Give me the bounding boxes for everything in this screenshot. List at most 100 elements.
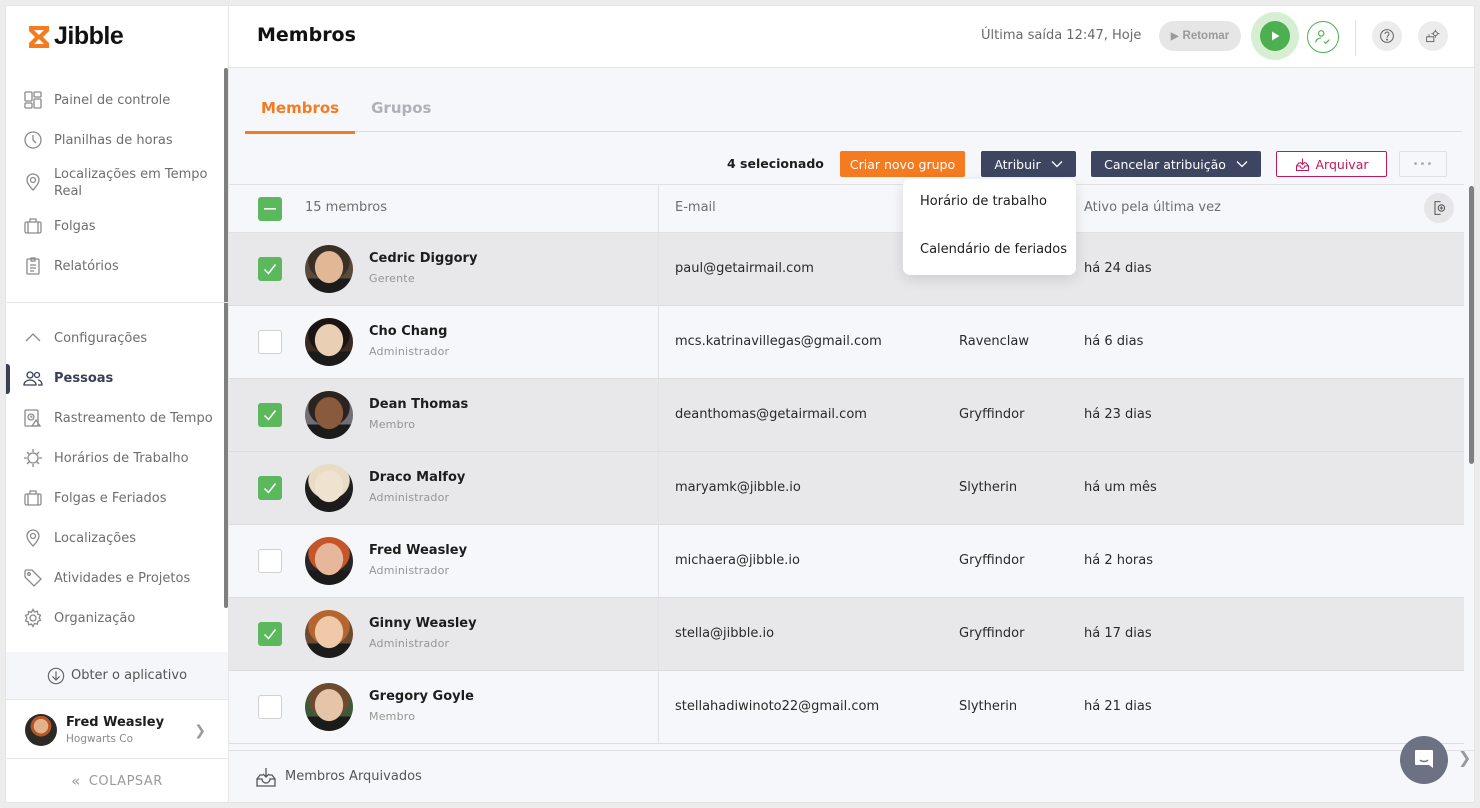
member-last-active: há 2 horas bbox=[1084, 553, 1154, 568]
member-role: Gerente bbox=[369, 272, 415, 285]
team-clock-in-button[interactable] bbox=[1307, 21, 1339, 53]
jibble-logo[interactable]: Jibble bbox=[28, 22, 124, 51]
resume-label: Retomar bbox=[1182, 30, 1230, 42]
archive-label: Arquivar bbox=[1315, 156, 1369, 172]
sidebar-item-activities-projects[interactable]: Atividades e Projetos bbox=[23, 568, 218, 588]
divider bbox=[1355, 20, 1356, 56]
clock-icon bbox=[23, 130, 43, 150]
member-group: Gryffindor bbox=[959, 626, 1025, 641]
checkmark-icon bbox=[263, 264, 277, 275]
tab-members[interactable]: Membros bbox=[245, 94, 356, 134]
sidebar-item-dashboard[interactable]: Painel de controle bbox=[23, 90, 218, 110]
row-checkbox[interactable] bbox=[258, 549, 282, 573]
tab-groups[interactable]: Grupos bbox=[355, 94, 447, 132]
chat-icon bbox=[1415, 750, 1433, 768]
sidebar-item-organization[interactable]: Organização bbox=[23, 608, 218, 628]
table-row[interactable]: Gregory Goyle Membro stellahadiwinoto22@… bbox=[229, 671, 1464, 744]
location-pin-icon bbox=[23, 528, 43, 548]
resume-button[interactable]: ▶ Retomar bbox=[1159, 21, 1241, 51]
member-email: deanthomas@getairmail.com bbox=[675, 407, 867, 422]
sidebar-item-label: Localizações bbox=[54, 530, 136, 546]
member-last-active: há 24 dias bbox=[1084, 261, 1152, 276]
sidebar-item-locations[interactable]: Localizações bbox=[23, 528, 218, 548]
row-checkbox[interactable] bbox=[258, 622, 282, 646]
table-row[interactable]: Cho Chang Administrador mcs.katrinaville… bbox=[229, 306, 1464, 379]
sidebar-item-timesheets[interactable]: Planilhas de horas bbox=[23, 130, 218, 150]
user-org: Hogwarts Co bbox=[66, 732, 134, 745]
user-profile[interactable]: Fred Weasley Hogwarts Co ❯ bbox=[6, 701, 228, 759]
archive-button[interactable]: Arquivar bbox=[1276, 151, 1387, 177]
chevron-down-icon bbox=[1051, 161, 1063, 168]
member-email: maryamk@jibble.io bbox=[675, 480, 801, 495]
menu-item-work-schedule[interactable]: Horário de trabalho bbox=[920, 194, 1047, 209]
assign-label: Atribuir bbox=[994, 156, 1041, 172]
column-settings-button[interactable] bbox=[1424, 193, 1454, 223]
help-button[interactable] bbox=[1372, 21, 1402, 51]
sidebar-item-label: Rastreamento de Tempo bbox=[54, 410, 213, 426]
avatar bbox=[305, 683, 353, 731]
sidebar-item-reports[interactable]: Relatórios bbox=[23, 256, 218, 276]
chevron-right-icon: ❯ bbox=[194, 723, 206, 739]
sidebar-item-time-off-holidays[interactable]: Folgas e Feriados bbox=[23, 488, 218, 508]
assign-dropdown-button[interactable]: Atribuir bbox=[981, 151, 1076, 177]
more-options-button[interactable]: ••• bbox=[1399, 151, 1447, 177]
selected-count: 4 selecionado bbox=[727, 156, 824, 171]
row-checkbox[interactable] bbox=[258, 403, 282, 427]
member-name[interactable]: Cho Chang bbox=[369, 324, 447, 339]
email-column-header[interactable]: E-mail bbox=[675, 200, 716, 215]
member-name[interactable]: Cedric Diggory bbox=[369, 251, 477, 266]
settings-button[interactable] bbox=[1418, 21, 1448, 51]
row-checkbox[interactable] bbox=[258, 476, 282, 500]
column-divider bbox=[658, 306, 659, 378]
last-active-column-header[interactable]: Ativo pela última vez bbox=[1084, 200, 1221, 215]
table-row[interactable]: Dean Thomas Membro deanthomas@getairmail… bbox=[229, 379, 1464, 452]
clock-in-play-button[interactable] bbox=[1251, 12, 1299, 60]
create-group-button[interactable]: Criar novo grupo bbox=[840, 151, 965, 177]
sidebar-item-time-off[interactable]: Folgas bbox=[23, 216, 218, 236]
archived-members-link[interactable]: Membros Arquivados bbox=[229, 750, 1474, 802]
chevron-up-icon bbox=[23, 328, 43, 348]
member-name[interactable]: Draco Malfoy bbox=[369, 470, 465, 485]
sidebar-item-people[interactable]: Pessoas bbox=[23, 368, 218, 388]
sidebar-item-time-tracking[interactable]: Rastreamento de Tempo bbox=[23, 408, 218, 428]
column-divider bbox=[658, 185, 659, 232]
menu-item-holiday-calendar[interactable]: Calendário de feriados bbox=[920, 242, 1067, 257]
table-row[interactable]: Cedric Diggory Gerente paul@getairmail.c… bbox=[229, 233, 1464, 306]
member-role: Administrador bbox=[369, 491, 450, 504]
sidebar-group-settings[interactable]: Configurações bbox=[23, 328, 218, 348]
member-name[interactable]: Fred Weasley bbox=[369, 543, 467, 558]
row-checkbox[interactable] bbox=[258, 695, 282, 719]
sidebar-item-label: Pessoas bbox=[54, 370, 114, 386]
sidebar-item-label: Folgas e Feriados bbox=[54, 490, 167, 506]
people-icon bbox=[23, 368, 43, 388]
sidebar-item-live-locations[interactable]: Localizações em Tempo Real bbox=[23, 166, 218, 200]
table-row[interactable]: Ginny Weasley Administrador stella@jibbl… bbox=[229, 598, 1464, 671]
table-row[interactable]: Fred Weasley Administrador michaera@jibb… bbox=[229, 525, 1464, 598]
get-app-button[interactable]: Obter o aplicativo bbox=[6, 652, 228, 700]
member-name[interactable]: Dean Thomas bbox=[369, 397, 468, 412]
select-all-checkbox[interactable] bbox=[258, 197, 282, 221]
archive-tray-icon bbox=[256, 767, 276, 787]
sidebar-item-work-schedules[interactable]: Horários de Trabalho bbox=[23, 448, 218, 468]
unassign-label: Cancelar atribuição bbox=[1104, 156, 1226, 172]
top-bar: Membros Última saída 12:47, Hoje ▶ Retom… bbox=[229, 6, 1474, 68]
unassign-dropdown-button[interactable]: Cancelar atribuição bbox=[1091, 151, 1261, 177]
chat-support-button[interactable] bbox=[1400, 736, 1448, 784]
play-icon bbox=[1272, 31, 1280, 41]
collapse-sidebar-button[interactable]: « COLAPSAR bbox=[6, 760, 228, 802]
member-name[interactable]: Gregory Goyle bbox=[369, 689, 474, 704]
row-checkbox[interactable] bbox=[258, 257, 282, 281]
member-email: paul@getairmail.com bbox=[675, 261, 814, 276]
jibble-logo-icon bbox=[29, 25, 49, 48]
bulk-actions-toolbar: 4 selecionado Criar novo grupo Atribuir … bbox=[229, 151, 1474, 177]
chevron-right-icon[interactable]: ❯ bbox=[1458, 748, 1471, 767]
avatar bbox=[305, 610, 353, 658]
table-row[interactable]: Draco Malfoy Administrador maryamk@jibbl… bbox=[229, 452, 1464, 525]
sidebar-scrollbar[interactable] bbox=[224, 68, 228, 608]
member-group: Ravenclaw bbox=[959, 334, 1030, 349]
table-scrollbar[interactable] bbox=[1469, 186, 1474, 464]
row-checkbox[interactable] bbox=[258, 330, 282, 354]
member-name[interactable]: Ginny Weasley bbox=[369, 616, 477, 631]
member-email: stellahadiwinoto22@gmail.com bbox=[675, 699, 880, 714]
archived-members-label: Membros Arquivados bbox=[285, 769, 422, 784]
